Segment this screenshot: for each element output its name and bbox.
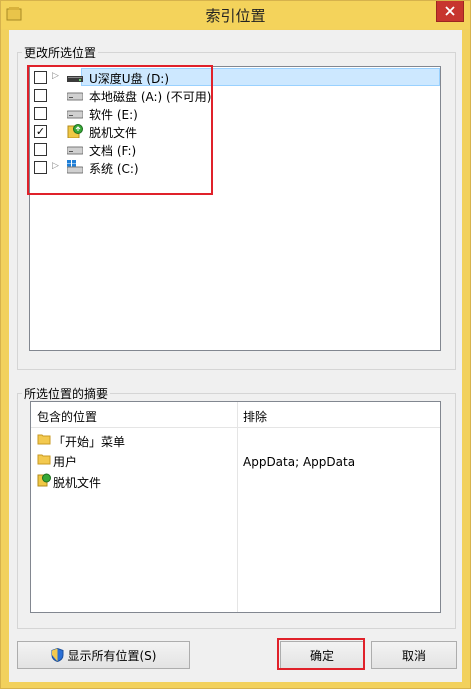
- list-item[interactable]: 用户 AppData; AppData: [31, 450, 440, 470]
- folder-icon: [37, 434, 51, 445]
- list-item-location: 脱机文件: [53, 476, 102, 490]
- cancel-button[interactable]: 取消: [371, 641, 457, 669]
- tree-annotation-highlight: [27, 65, 213, 195]
- list-item-location: 「开始」菜单: [53, 435, 126, 449]
- list-item-location: 用户: [53, 455, 78, 469]
- dialog-client-area: 更改所选位置 ▷ U深度U盘 (D:) 本地磁盘 (A:) (不可用) 软件 (…: [9, 30, 462, 682]
- summary-legend: 所选位置的摘要: [24, 387, 109, 401]
- change-locations-legend: 更改所选位置: [24, 46, 97, 60]
- uac-shield-icon: [51, 648, 63, 662]
- summary-list-header: 包含的位置 排除: [31, 402, 440, 428]
- cancel-label: 取消: [401, 648, 426, 663]
- list-item[interactable]: 脱机文件: [31, 471, 440, 491]
- list-item[interactable]: 「开始」菜单: [31, 430, 440, 450]
- ok-annotation-highlight: [277, 638, 365, 670]
- index-locations-dialog: 索引位置 更改所选位置 ▷ U深度U盘 (D:) 本地磁盘 (A:) (不可用)…: [0, 0, 471, 689]
- folder-icon: [37, 454, 51, 465]
- column-header-included[interactable]: 包含的位置: [37, 408, 97, 425]
- close-icon: [445, 6, 455, 16]
- list-item-exclude: AppData; AppData: [243, 455, 356, 469]
- summary-list[interactable]: 包含的位置 排除 「开始」菜单 用户 AppData; AppData 脱机文件: [30, 401, 441, 613]
- title-bar[interactable]: 索引位置: [1, 1, 470, 29]
- window-title: 索引位置: [205, 7, 266, 25]
- show-all-label: 显示所有位置(S): [67, 648, 157, 663]
- show-all-locations-button[interactable]: 显示所有位置(S): [17, 641, 190, 669]
- close-button[interactable]: [436, 1, 464, 22]
- offline-files-icon: [37, 473, 51, 487]
- column-header-exclude[interactable]: 排除: [243, 408, 267, 425]
